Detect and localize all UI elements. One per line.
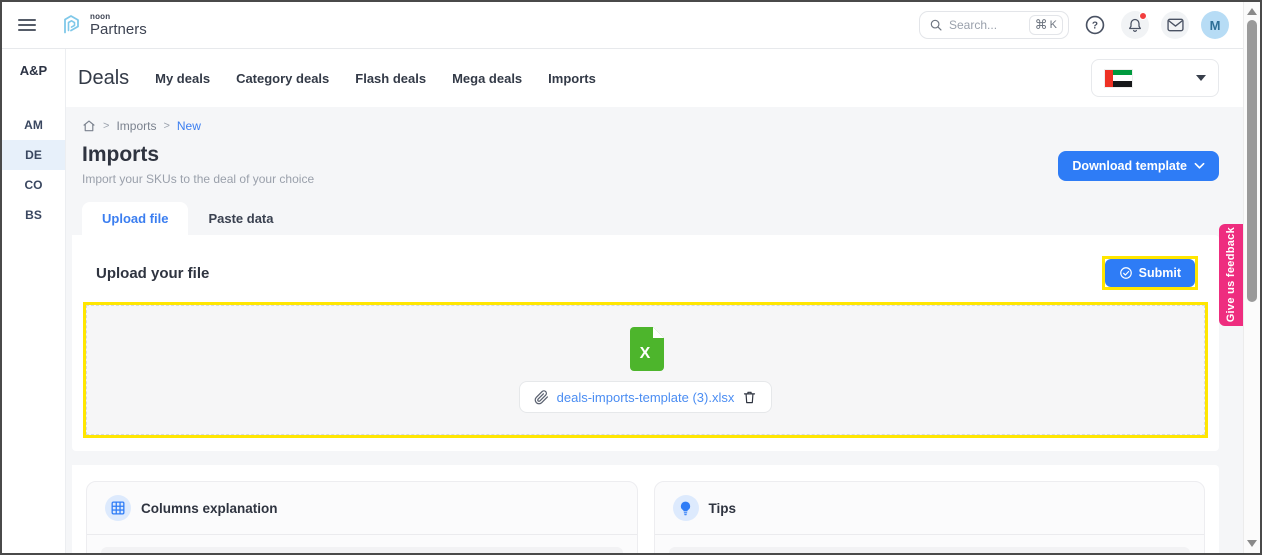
notifications-button[interactable] bbox=[1121, 11, 1149, 39]
dropzone-highlight: X deals-imports-template (3).xlsx bbox=[86, 305, 1205, 435]
nav-my-deals[interactable]: My deals bbox=[155, 71, 210, 86]
nav-category-deals[interactable]: Category deals bbox=[236, 71, 329, 86]
section-title-deals: Deals bbox=[78, 67, 129, 90]
imports-page: > Imports > New Imports Import your SKUs… bbox=[66, 107, 1243, 555]
chevron-down-icon bbox=[1194, 162, 1205, 170]
column-row-deal-code: deal_code bbox=[101, 547, 623, 555]
user-avatar[interactable]: M bbox=[1201, 11, 1229, 39]
paperclip-icon bbox=[534, 390, 549, 405]
global-search[interactable]: ⌘ K bbox=[919, 11, 1069, 39]
breadcrumb: > Imports > New bbox=[72, 119, 1219, 133]
sidebar-item-am[interactable]: AM bbox=[2, 110, 65, 140]
search-icon bbox=[929, 18, 943, 32]
chevron-down-icon bbox=[1196, 75, 1206, 81]
top-header: noon Partners ⌘ K ? bbox=[2, 2, 1243, 49]
notification-badge bbox=[1139, 12, 1147, 20]
help-button[interactable]: ? bbox=[1081, 11, 1109, 39]
lightbulb-icon bbox=[679, 501, 692, 516]
sidebar-item-de[interactable]: DE bbox=[2, 140, 65, 170]
scrollbar-thumb[interactable] bbox=[1247, 20, 1257, 302]
search-shortcut-badge: ⌘ K bbox=[1029, 15, 1063, 35]
columns-card-title: Columns explanation bbox=[141, 501, 278, 516]
scroll-down-arrow-icon[interactable] bbox=[1247, 540, 1257, 547]
sidebar-header-ap: A&P bbox=[2, 63, 65, 78]
uploaded-file-name[interactable]: deals-imports-template (3).xlsx bbox=[557, 390, 735, 405]
brand-noon-text: noon bbox=[90, 13, 147, 21]
brand-partners-text: Partners bbox=[90, 22, 147, 37]
messages-button[interactable] bbox=[1161, 11, 1189, 39]
table-grid-icon bbox=[111, 501, 125, 515]
tips-row bbox=[669, 547, 1191, 555]
scroll-up-arrow-icon[interactable] bbox=[1247, 8, 1257, 15]
nav-mega-deals[interactable]: Mega deals bbox=[452, 71, 522, 86]
nav-imports[interactable]: Imports bbox=[548, 71, 596, 86]
tips-card: Tips bbox=[654, 481, 1206, 555]
uploaded-file-chip: deals-imports-template (3).xlsx bbox=[519, 381, 773, 413]
country-selector[interactable] bbox=[1091, 59, 1219, 97]
svg-text:?: ? bbox=[1092, 21, 1098, 32]
vertical-scrollbar[interactable] bbox=[1243, 2, 1260, 553]
nav-flash-deals[interactable]: Flash deals bbox=[355, 71, 426, 86]
import-tabs: Upload file Paste data bbox=[72, 202, 1219, 235]
noon-partners-logo[interactable]: noon Partners bbox=[58, 12, 147, 38]
envelope-icon bbox=[1167, 18, 1184, 32]
home-icon[interactable] bbox=[82, 119, 96, 133]
upload-file-panel: Upload your file Submit bbox=[72, 235, 1219, 451]
app-window: Give us feedback noon Partners bbox=[0, 0, 1262, 555]
sidebar-item-bs[interactable]: BS bbox=[2, 200, 65, 230]
search-input[interactable] bbox=[949, 18, 1021, 32]
excel-file-icon: X bbox=[628, 327, 664, 371]
give-feedback-tab[interactable]: Give us feedback bbox=[1219, 224, 1243, 326]
breadcrumb-imports[interactable]: Imports bbox=[116, 119, 156, 133]
download-template-button[interactable]: Download template bbox=[1058, 151, 1219, 181]
hamburger-menu-icon[interactable] bbox=[18, 16, 36, 34]
breadcrumb-new[interactable]: New bbox=[177, 119, 201, 133]
help-cards-panel: Columns explanation deal_code bbox=[72, 465, 1219, 555]
page-title: Imports bbox=[82, 143, 314, 167]
help-icon: ? bbox=[1084, 14, 1106, 36]
trash-icon[interactable] bbox=[742, 389, 757, 405]
section-gap bbox=[72, 451, 1219, 465]
left-sidebar: A&P AM DE CO BS bbox=[2, 49, 66, 555]
submit-highlight: Submit bbox=[1105, 259, 1195, 287]
submit-button[interactable]: Submit bbox=[1105, 259, 1195, 287]
columns-explanation-card: Columns explanation deal_code bbox=[86, 481, 638, 555]
tips-card-title: Tips bbox=[709, 501, 737, 516]
give-feedback-label: Give us feedback bbox=[1225, 227, 1237, 322]
tab-paste-data[interactable]: Paste data bbox=[188, 202, 293, 235]
file-dropzone[interactable]: X deals-imports-template (3).xlsx bbox=[86, 305, 1205, 435]
deals-nav-bar: Deals My deals Category deals Flash deal… bbox=[66, 49, 1243, 107]
upload-section-heading: Upload your file bbox=[96, 265, 209, 282]
noon-logo-icon bbox=[58, 12, 84, 38]
tab-upload-file[interactable]: Upload file bbox=[82, 202, 188, 235]
uae-flag-icon bbox=[1104, 69, 1133, 88]
sidebar-item-co[interactable]: CO bbox=[2, 170, 65, 200]
svg-text:X: X bbox=[639, 345, 650, 362]
page-subtitle: Import your SKUs to the deal of your cho… bbox=[82, 172, 314, 186]
check-circle-icon bbox=[1119, 266, 1133, 280]
